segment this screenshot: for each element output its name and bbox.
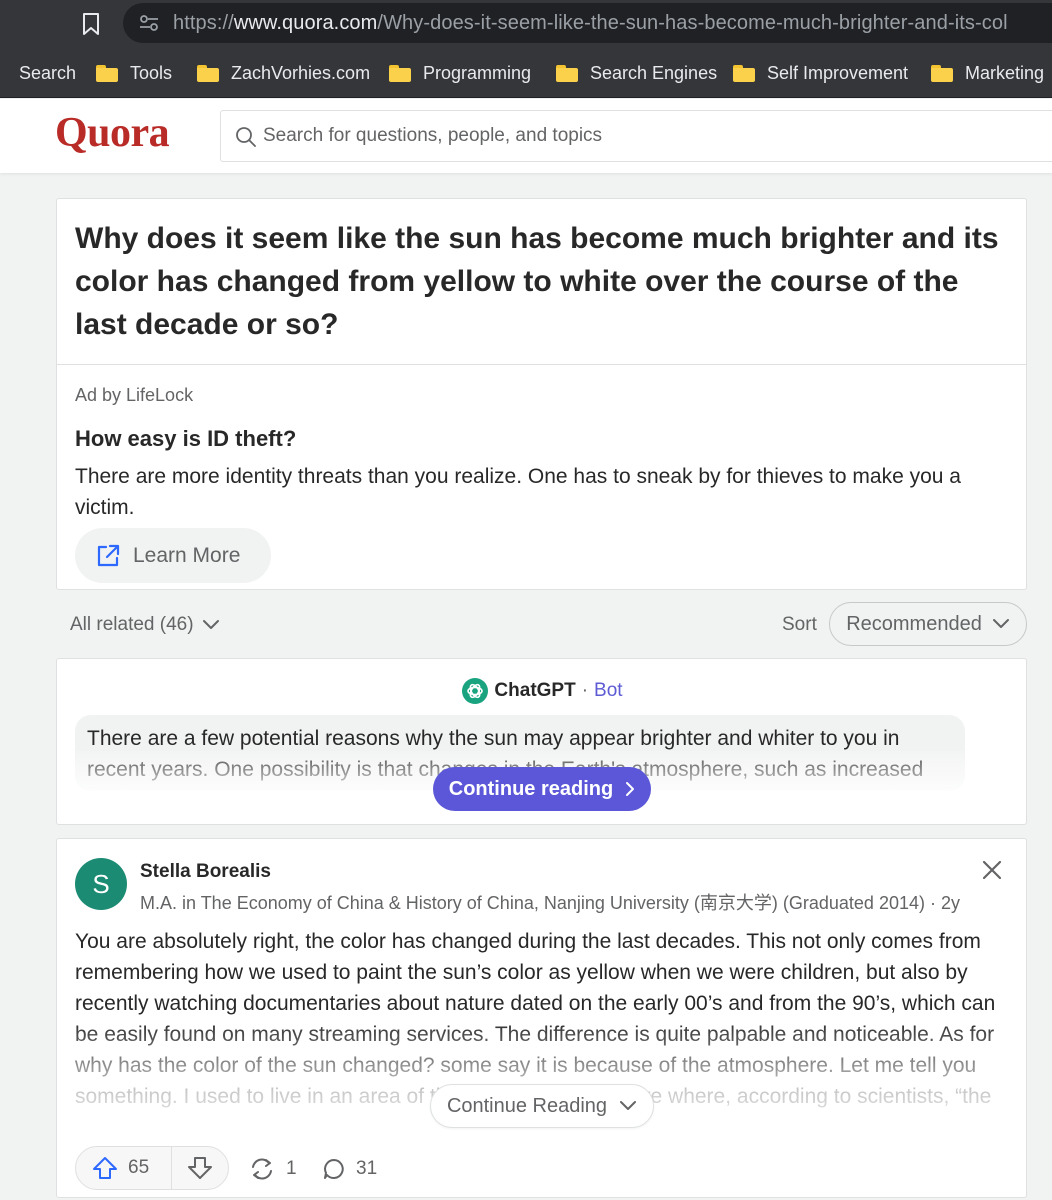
upvote-icon	[93, 1157, 117, 1179]
question-card: Why does it seem like the sun has become…	[56, 198, 1027, 364]
downvote-button[interactable]	[172, 1147, 228, 1189]
share-icon	[252, 1158, 272, 1180]
folder-icon	[733, 64, 755, 82]
bot-header: ChatGPT · Bot	[57, 678, 1026, 704]
continue-reading-answer-button[interactable]: Continue Reading	[430, 1084, 654, 1128]
search-box[interactable]	[220, 110, 1052, 162]
folder-icon	[931, 64, 953, 82]
comment-icon	[324, 1159, 344, 1179]
ad-title[interactable]: How easy is ID theft?	[75, 426, 296, 452]
ad-label[interactable]: Ad by LifeLock	[75, 385, 193, 406]
search-input[interactable]	[263, 111, 1043, 161]
bot-tag: Bot	[594, 680, 623, 701]
author-credential: M.A. in The Economy of China & History o…	[140, 893, 960, 913]
bookmark-zachvorhies[interactable]: ZachVorhies.com	[197, 60, 370, 86]
answer-card: S Stella Borealis M.A. in The Economy of…	[56, 838, 1027, 1198]
bookmark-icon[interactable]	[80, 12, 102, 36]
folder-icon	[197, 64, 219, 82]
continue-reading-answer-label: Continue Reading	[446, 1094, 608, 1117]
bookmark-search[interactable]: Search	[19, 60, 76, 86]
bot-name[interactable]: ChatGPT	[494, 680, 575, 702]
sort-value: Recommended	[846, 612, 982, 635]
close-icon[interactable]	[981, 859, 1003, 881]
site-info-icon[interactable]	[139, 14, 159, 32]
upvote-count: 65	[128, 1157, 150, 1178]
continue-reading-button[interactable]: Continue reading	[433, 767, 651, 811]
bookmark-marketing[interactable]: Marketing	[931, 60, 1044, 86]
external-link-icon	[97, 544, 120, 566]
question-title[interactable]: Why does it seem like the sun has become…	[75, 217, 1005, 346]
author-name[interactable]: Stella Borealis	[140, 861, 271, 883]
comment-button[interactable]: 31	[322, 1157, 377, 1181]
bot-answer-card: ChatGPT · Bot There are a few potential …	[56, 658, 1027, 825]
share-count: 1	[286, 1158, 297, 1179]
learn-more-label: Learn More	[133, 543, 241, 567]
chevron-right-icon	[626, 782, 635, 796]
chatgpt-logo-icon[interactable]	[462, 678, 489, 704]
sort-label: Sort	[782, 614, 817, 635]
ad-body: There are more identity threats than you…	[75, 465, 961, 519]
related-bar: All related (46) Sort Recommended	[56, 600, 1027, 648]
vote-controls: 65	[75, 1146, 229, 1190]
bookmark-tools[interactable]: Tools	[96, 60, 172, 86]
folder-icon	[96, 64, 118, 82]
upvote-button[interactable]: 65	[76, 1147, 172, 1189]
url-text: https://www.quora.com/Why-does-it-seem-l…	[173, 12, 1008, 34]
chevron-down-icon	[620, 1101, 637, 1110]
avatar[interactable]: S	[75, 858, 127, 910]
quora-logo[interactable]: Quora	[55, 109, 170, 157]
share-button[interactable]: 1	[248, 1157, 297, 1181]
all-related-dropdown[interactable]: All related (46)	[70, 614, 220, 636]
separator-dot: ·	[581, 680, 589, 701]
search-icon	[236, 127, 256, 147]
continue-reading-label: Continue reading	[448, 777, 614, 800]
learn-more-button[interactable]: Learn More	[75, 528, 271, 583]
bookmark-self-improvement[interactable]: Self Improvement	[733, 60, 908, 86]
downvote-icon	[188, 1157, 212, 1179]
ad-card: Ad by LifeLock How easy is ID theft? The…	[56, 364, 1027, 590]
address-bar[interactable]: https://www.quora.com/Why-does-it-seem-l…	[123, 3, 1052, 43]
bookmark-programming[interactable]: Programming	[389, 60, 531, 86]
sort-dropdown[interactable]: Recommended	[829, 602, 1027, 646]
bookmarks-bar: Search Tools ZachVorhies.com Programming…	[0, 48, 1052, 98]
comment-count: 31	[356, 1158, 378, 1179]
bookmark-search-engines[interactable]: Search Engines	[556, 60, 717, 86]
chevron-down-icon	[202, 620, 219, 629]
quora-header: Quora	[0, 99, 1052, 173]
folder-icon	[389, 64, 411, 82]
all-related-label: All related (46)	[70, 614, 194, 635]
browser-toolbar: https://www.quora.com/Why-does-it-seem-l…	[0, 0, 1052, 48]
folder-icon	[556, 64, 578, 82]
chevron-down-icon	[992, 619, 1009, 628]
